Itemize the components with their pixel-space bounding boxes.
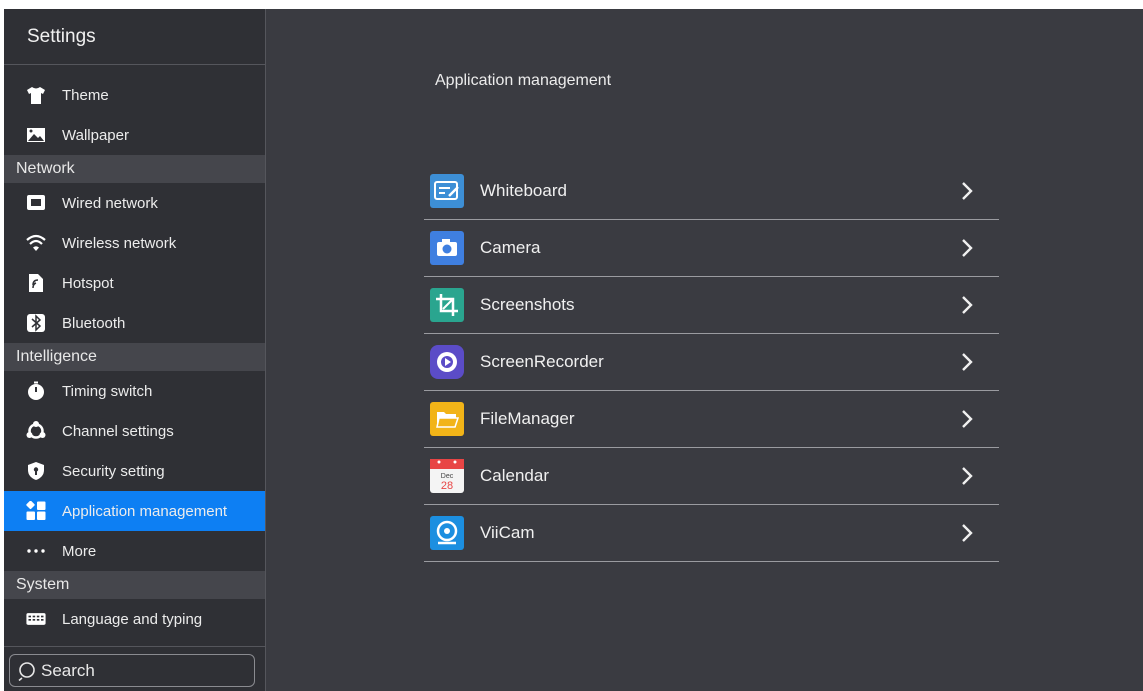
sidebar-section-network: Network (4, 155, 265, 183)
sidebar-item-wired-network[interactable]: Wired network (4, 183, 265, 223)
shield-icon (26, 461, 46, 481)
calendar-day: 28 (441, 480, 453, 492)
sidebar-item-wireless-network[interactable]: Wireless network (4, 223, 265, 263)
camera-icon (430, 231, 464, 265)
sidebar-item-label: Channel settings (62, 422, 174, 440)
chevron-right-icon (959, 521, 975, 545)
app-row-whiteboard[interactable]: Whiteboard (424, 163, 999, 220)
chevron-right-icon (959, 350, 975, 374)
app-row-camera[interactable]: Camera (424, 220, 999, 277)
app-label: ScreenRecorder (480, 352, 604, 371)
image-icon (26, 125, 46, 145)
sidebar-list: Theme Wallpaper Network Wired network Wirele… (4, 75, 265, 639)
chevron-right-icon (959, 179, 975, 203)
sidebar-item-label: Bluetooth (62, 314, 126, 332)
chevron-right-icon (959, 293, 975, 317)
sidebar-item-label: Language and typing (62, 610, 203, 628)
app-row-filemanager[interactable]: FileManager (424, 391, 999, 448)
sidebar-item-label: Hotspot (62, 274, 114, 292)
sidebar-item-wallpaper[interactable]: Wallpaper (4, 115, 265, 155)
more-icon (26, 541, 46, 561)
sidebar-item-theme[interactable]: Theme (4, 75, 265, 115)
sidebar-item-label: Theme (62, 86, 109, 104)
app-row-calendar[interactable]: Dec 28 Calendar (424, 448, 999, 505)
sidebar-bottom: Search (4, 646, 265, 691)
viicam-icon (430, 516, 464, 550)
sidebar: Settings Theme Wallpaper Network Wired netw… (4, 9, 266, 691)
calendar-icon: Dec 28 (430, 459, 464, 493)
sidebar-item-label: More (62, 542, 97, 560)
app-list: Whiteboard Camera Screenshots ScreenRecorde… (424, 163, 999, 562)
app-label: Calendar (480, 466, 549, 485)
chevron-right-icon (959, 464, 975, 488)
sidebar-item-label: Security setting (62, 462, 165, 480)
sidebar-item-label: Timing switch (62, 382, 153, 400)
keyboard-icon (26, 609, 46, 629)
sidebar-title: Settings (4, 9, 265, 65)
sidebar-item-hotspot[interactable]: Hotspot (4, 263, 265, 303)
channel-icon (26, 421, 46, 441)
timer-icon (26, 381, 46, 401)
shirt-icon (26, 85, 46, 105)
app-row-screenshots[interactable]: Screenshots (424, 277, 999, 334)
hotspot-icon (26, 273, 46, 293)
page-title: Application management (435, 72, 612, 89)
bluetooth-icon (26, 313, 46, 333)
sidebar-item-security-setting[interactable]: Security setting (4, 451, 265, 491)
whiteboard-icon (430, 174, 464, 208)
app-label: FileManager (480, 409, 575, 428)
app-label: Camera (480, 238, 541, 257)
sidebar-section-intelligence: Intelligence (4, 343, 265, 371)
sidebar-item-language-and-typing[interactable]: Language and typing (4, 599, 265, 639)
app-label: Screenshots (480, 295, 575, 314)
app-label: ViiCam (480, 523, 535, 542)
sidebar-item-application-management[interactable]: Application management (4, 491, 265, 531)
folder-icon (430, 402, 464, 436)
app-label: Whiteboard (480, 181, 567, 200)
sidebar-item-timing-switch[interactable]: Timing switch (4, 371, 265, 411)
sidebar-item-bluetooth[interactable]: Bluetooth (4, 303, 265, 343)
chevron-right-icon (959, 407, 975, 431)
wifi-icon (26, 233, 46, 253)
calendar-month: Dec (441, 473, 454, 480)
apps-icon (26, 501, 46, 521)
monitor-icon (26, 193, 46, 213)
search-icon (18, 661, 38, 681)
app-row-viicam[interactable]: ViiCam (424, 505, 999, 562)
sidebar-item-label: Wallpaper (62, 126, 129, 144)
sidebar-item-more[interactable]: More (4, 531, 265, 571)
sidebar-item-label: Wired network (62, 194, 158, 212)
sidebar-item-channel-settings[interactable]: Channel settings (4, 411, 265, 451)
search-input[interactable]: Search (9, 654, 255, 687)
sidebar-section-system: System (4, 571, 265, 599)
recorder-icon (430, 345, 464, 379)
app-row-screenrecorder[interactable]: ScreenRecorder (424, 334, 999, 391)
chevron-right-icon (959, 236, 975, 260)
search-label: Search (41, 660, 95, 680)
crop-icon (430, 288, 464, 322)
sidebar-item-label: Application management (62, 502, 228, 520)
sidebar-item-label: Wireless network (62, 234, 177, 252)
